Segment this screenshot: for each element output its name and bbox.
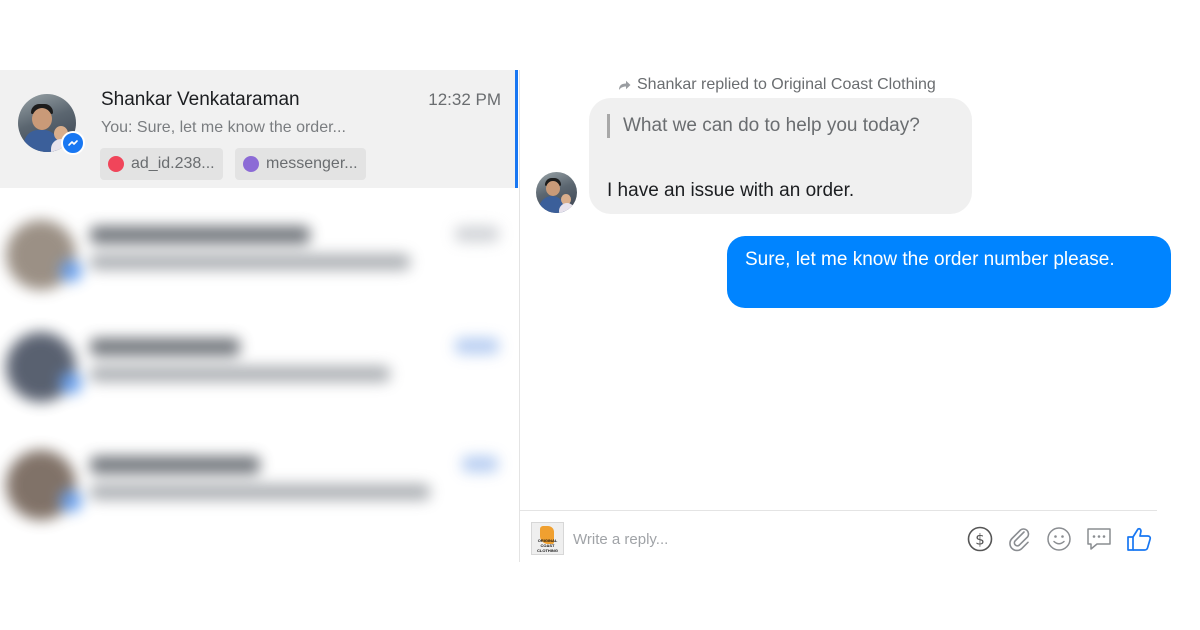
- conversation-item-active[interactable]: Shankar Venkataraman 12:32 PM You: Sure,…: [0, 70, 517, 188]
- active-indicator: [515, 70, 518, 188]
- conversation-item-blurred[interactable]: [0, 438, 517, 548]
- outgoing-message-text: Sure, let me know the order number pleas…: [745, 249, 1115, 270]
- conversation-list: Shankar Venkataraman 12:32 PM You: Sure,…: [0, 70, 517, 562]
- label-tag[interactable]: messenger...: [235, 148, 366, 180]
- tag-dot-icon: [108, 156, 124, 172]
- conversation-name: Shankar Venkataraman: [101, 89, 300, 110]
- tag-label: messenger...: [266, 155, 358, 172]
- reply-context-note: Shankar replied to Original Coast Clothi…: [618, 76, 936, 94]
- sender-avatar: [536, 172, 577, 213]
- conversation-item-blurred[interactable]: [0, 320, 517, 430]
- reply-input[interactable]: [573, 528, 933, 550]
- composer-divider: [520, 510, 1157, 511]
- attachment-icon[interactable]: [1005, 524, 1035, 554]
- page-logo-text: ORIGINAL COAST CLOTHING: [537, 538, 558, 553]
- incoming-message-bubble: What we can do to help you today? I have…: [589, 98, 972, 214]
- conversation-snippet: You: Sure, let me know the order...: [101, 119, 346, 136]
- label-tag[interactable]: ad_id.238...: [100, 148, 223, 180]
- messenger-badge-icon: [61, 131, 85, 155]
- payment-icon[interactable]: $: [965, 524, 995, 554]
- quoted-message: What we can do to help you today?: [607, 114, 923, 138]
- conversation-item-blurred[interactable]: [0, 208, 517, 318]
- quick-reply-icon[interactable]: [1084, 524, 1114, 554]
- outgoing-message-bubble: Sure, let me know the order number pleas…: [727, 236, 1171, 308]
- emoji-icon[interactable]: [1044, 524, 1074, 554]
- conversation-time: 12:32 PM: [428, 90, 501, 109]
- reply-arrow-icon: [619, 80, 631, 90]
- incoming-message-text: I have an issue with an order.: [607, 180, 855, 201]
- page-logo: ORIGINAL COAST CLOTHING: [531, 522, 564, 555]
- tag-dot-icon: [243, 156, 259, 172]
- tag-label: ad_id.238...: [131, 155, 215, 172]
- pane-divider: [519, 70, 520, 562]
- like-icon[interactable]: [1124, 524, 1154, 554]
- svg-text:$: $: [975, 531, 985, 549]
- reply-note-text: Shankar replied to Original Coast Clothi…: [637, 76, 936, 93]
